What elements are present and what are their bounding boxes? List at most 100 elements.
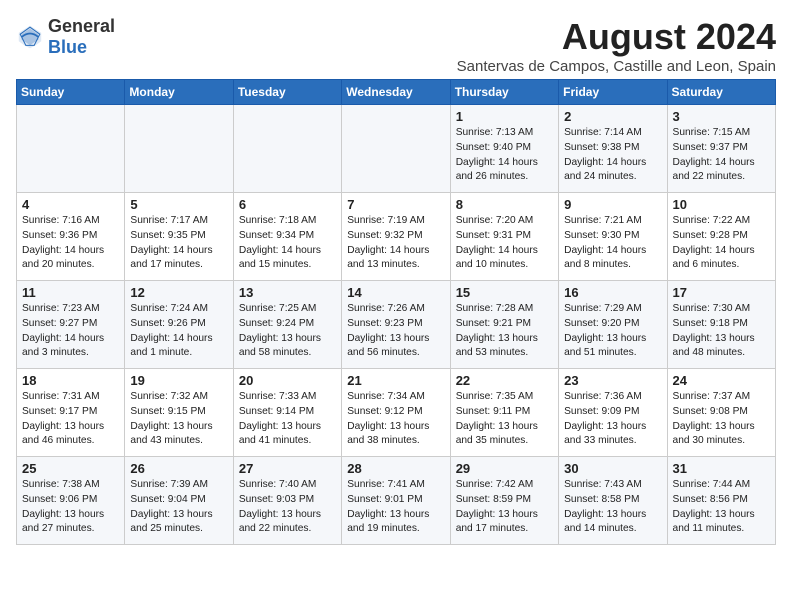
col-sunday: Sunday (17, 80, 125, 105)
col-monday: Monday (125, 80, 233, 105)
day-info: Sunrise: 7:15 AM Sunset: 9:37 PM Dayligh… (673, 126, 770, 185)
day-number: 5 (130, 197, 227, 212)
calendar-cell (17, 105, 125, 193)
calendar-cell: 15 Sunrise: 7:28 AM Sunset: 9:21 PM Dayli… (450, 281, 558, 369)
calendar-cell: 22 Sunrise: 7:35 AM Sunset: 9:11 PM Dayli… (450, 369, 558, 457)
calendar-cell: 19 Sunrise: 7:32 AM Sunset: 9:15 PM Dayli… (125, 369, 233, 457)
day-info: Sunrise: 7:31 AM Sunset: 9:17 PM Dayligh… (22, 390, 119, 449)
logo: General Blue (16, 16, 115, 58)
logo-icon (16, 23, 44, 51)
calendar-table: Sunday Monday Tuesday Wednesday Thursday… (16, 79, 776, 545)
logo-text: General Blue (48, 16, 115, 58)
calendar-cell: 13 Sunrise: 7:25 AM Sunset: 9:24 PM Dayli… (233, 281, 341, 369)
day-info: Sunrise: 7:32 AM Sunset: 9:15 PM Dayligh… (130, 390, 227, 449)
title-block: August 2024 Santervas de Campos, Castill… (457, 16, 776, 75)
day-number: 21 (347, 373, 444, 388)
day-number: 11 (22, 285, 119, 300)
day-number: 13 (239, 285, 336, 300)
calendar-cell: 20Sunrise: 7:33 AM Sunset: 9:14 PM Dayli… (233, 369, 341, 457)
calendar-cell: 11 Sunrise: 7:23 AM Sunset: 9:27 PM Dayli… (17, 281, 125, 369)
col-thursday: Thursday (450, 80, 558, 105)
page-header: General Blue August 2024 Santervas de Ca… (16, 16, 776, 75)
day-info: Sunrise: 7:43 AM Sunset: 8:58 PM Dayligh… (564, 478, 661, 537)
day-info: Sunrise: 7:18 AM Sunset: 9:34 PM Dayligh… (239, 214, 336, 273)
week-row-4: 18 Sunrise: 7:31 AM Sunset: 9:17 PM Dayli… (17, 369, 776, 457)
col-friday: Friday (559, 80, 667, 105)
calendar-cell: 17Sunrise: 7:30 AM Sunset: 9:18 PM Dayli… (667, 281, 775, 369)
day-number: 14 (347, 285, 444, 300)
col-saturday: Saturday (667, 80, 775, 105)
calendar-cell: 10 Sunrise: 7:22 AM Sunset: 9:28 PM Dayli… (667, 193, 775, 281)
calendar-cell: 3 Sunrise: 7:15 AM Sunset: 9:37 PM Daylig… (667, 105, 775, 193)
day-number: 23 (564, 373, 661, 388)
day-number: 10 (673, 197, 770, 212)
calendar-cell: 18 Sunrise: 7:31 AM Sunset: 9:17 PM Dayli… (17, 369, 125, 457)
day-info: Sunrise: 7:35 AM Sunset: 9:11 PM Dayligh… (456, 390, 553, 449)
logo-general: General (48, 16, 115, 36)
day-info: Sunrise: 7:36 AM Sunset: 9:09 PM Dayligh… (564, 390, 661, 449)
calendar-cell: 28 Sunrise: 7:41 AM Sunset: 9:01 PM Dayli… (342, 457, 450, 545)
calendar-cell: 26Sunrise: 7:39 AM Sunset: 9:04 PM Dayli… (125, 457, 233, 545)
day-info: Sunrise: 7:13 AM Sunset: 9:40 PM Dayligh… (456, 126, 553, 185)
day-info: Sunrise: 7:25 AM Sunset: 9:24 PM Dayligh… (239, 302, 336, 361)
day-number: 27 (239, 461, 336, 476)
day-number: 3 (673, 109, 770, 124)
day-info: Sunrise: 7:40 AM Sunset: 9:03 PM Dayligh… (239, 478, 336, 537)
day-info: Sunrise: 7:19 AM Sunset: 9:32 PM Dayligh… (347, 214, 444, 273)
day-number: 25 (22, 461, 119, 476)
calendar-cell (233, 105, 341, 193)
calendar-cell: 23 Sunrise: 7:36 AM Sunset: 9:09 PM Dayli… (559, 369, 667, 457)
day-number: 4 (22, 197, 119, 212)
day-info: Sunrise: 7:28 AM Sunset: 9:21 PM Dayligh… (456, 302, 553, 361)
day-info: Sunrise: 7:41 AM Sunset: 9:01 PM Dayligh… (347, 478, 444, 537)
calendar-cell: 25 Sunrise: 7:38 AM Sunset: 9:06 PM Dayli… (17, 457, 125, 545)
week-row-2: 4 Sunrise: 7:16 AM Sunset: 9:36 PM Daylig… (17, 193, 776, 281)
day-info: Sunrise: 7:38 AM Sunset: 9:06 PM Dayligh… (22, 478, 119, 537)
calendar-cell: 1 Sunrise: 7:13 AM Sunset: 9:40 PM Daylig… (450, 105, 558, 193)
day-number: 22 (456, 373, 553, 388)
week-row-3: 11 Sunrise: 7:23 AM Sunset: 9:27 PM Dayli… (17, 281, 776, 369)
day-number: 6 (239, 197, 336, 212)
calendar-cell (342, 105, 450, 193)
week-row-1: 1 Sunrise: 7:13 AM Sunset: 9:40 PM Daylig… (17, 105, 776, 193)
day-info: Sunrise: 7:21 AM Sunset: 9:30 PM Dayligh… (564, 214, 661, 273)
day-info: Sunrise: 7:37 AM Sunset: 9:08 PM Dayligh… (673, 390, 770, 449)
day-info: Sunrise: 7:17 AM Sunset: 9:35 PM Dayligh… (130, 214, 227, 273)
day-number: 15 (456, 285, 553, 300)
calendar-cell: 31Sunrise: 7:44 AM Sunset: 8:56 PM Dayli… (667, 457, 775, 545)
day-info: Sunrise: 7:20 AM Sunset: 9:31 PM Dayligh… (456, 214, 553, 273)
day-number: 9 (564, 197, 661, 212)
calendar-cell: 5 Sunrise: 7:17 AM Sunset: 9:35 PM Daylig… (125, 193, 233, 281)
calendar-cell: 12Sunrise: 7:24 AM Sunset: 9:26 PM Dayli… (125, 281, 233, 369)
day-number: 31 (673, 461, 770, 476)
day-number: 28 (347, 461, 444, 476)
col-wednesday: Wednesday (342, 80, 450, 105)
week-row-5: 25 Sunrise: 7:38 AM Sunset: 9:06 PM Dayli… (17, 457, 776, 545)
calendar-cell (125, 105, 233, 193)
day-info: Sunrise: 7:22 AM Sunset: 9:28 PM Dayligh… (673, 214, 770, 273)
logo-blue: Blue (48, 37, 87, 57)
calendar-cell: 7Sunrise: 7:19 AM Sunset: 9:32 PM Daylig… (342, 193, 450, 281)
day-info: Sunrise: 7:34 AM Sunset: 9:12 PM Dayligh… (347, 390, 444, 449)
day-number: 29 (456, 461, 553, 476)
day-info: Sunrise: 7:33 AM Sunset: 9:14 PM Dayligh… (239, 390, 336, 449)
day-number: 8 (456, 197, 553, 212)
day-number: 1 (456, 109, 553, 124)
day-number: 26 (130, 461, 227, 476)
day-number: 30 (564, 461, 661, 476)
calendar-cell: 16Sunrise: 7:29 AM Sunset: 9:20 PM Dayli… (559, 281, 667, 369)
day-info: Sunrise: 7:26 AM Sunset: 9:23 PM Dayligh… (347, 302, 444, 361)
calendar-cell: 30 Sunrise: 7:43 AM Sunset: 8:58 PM Dayli… (559, 457, 667, 545)
month-title: August 2024 (457, 16, 776, 58)
calendar-cell: 2Sunrise: 7:14 AM Sunset: 9:38 PM Daylig… (559, 105, 667, 193)
calendar-cell: 4 Sunrise: 7:16 AM Sunset: 9:36 PM Daylig… (17, 193, 125, 281)
col-tuesday: Tuesday (233, 80, 341, 105)
day-number: 17 (673, 285, 770, 300)
calendar-cell: 29Sunrise: 7:42 AM Sunset: 8:59 PM Dayli… (450, 457, 558, 545)
day-number: 19 (130, 373, 227, 388)
day-number: 18 (22, 373, 119, 388)
day-info: Sunrise: 7:23 AM Sunset: 9:27 PM Dayligh… (22, 302, 119, 361)
calendar-cell: 8 Sunrise: 7:20 AM Sunset: 9:31 PM Daylig… (450, 193, 558, 281)
day-info: Sunrise: 7:16 AM Sunset: 9:36 PM Dayligh… (22, 214, 119, 273)
calendar-cell: 27 Sunrise: 7:40 AM Sunset: 9:03 PM Dayli… (233, 457, 341, 545)
